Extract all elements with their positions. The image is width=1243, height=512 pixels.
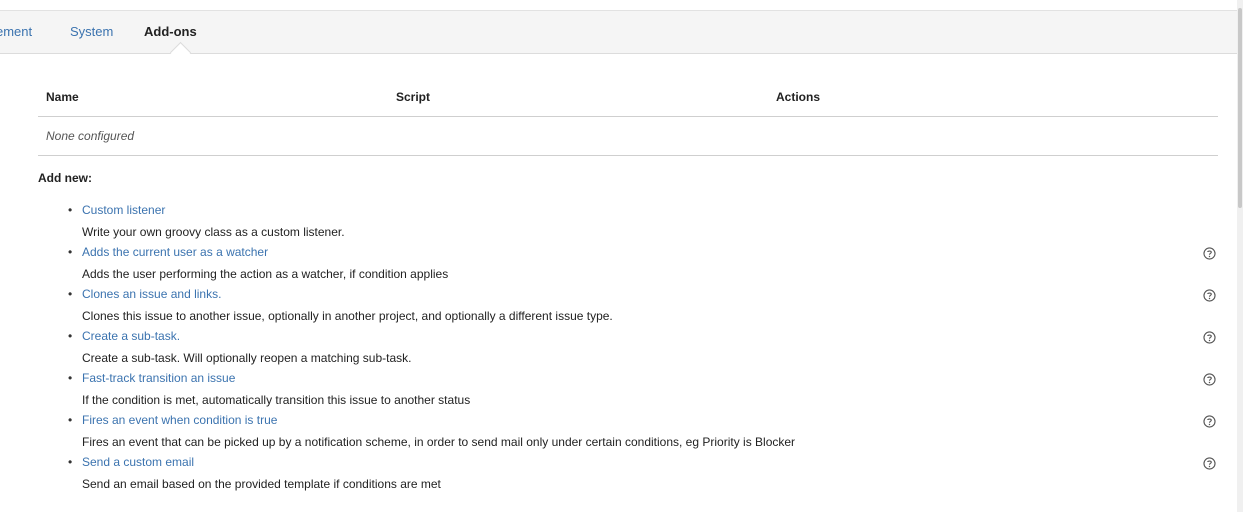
tab-management[interactable]: ement	[0, 24, 32, 40]
add-on-link[interactable]: Adds the current user as a watcher	[82, 244, 268, 261]
column-header-script: Script	[396, 90, 431, 104]
scrollbar-thumb[interactable]	[1238, 8, 1242, 208]
list-item: • Send a custom email Send an email based …	[68, 454, 1228, 496]
bullet-icon: •	[68, 245, 73, 259]
bullet-icon: •	[68, 371, 73, 385]
tab-system[interactable]: System	[70, 24, 113, 40]
question-circle-icon[interactable]	[1203, 247, 1216, 260]
add-on-link[interactable]: Fires an event when condition is true	[82, 412, 277, 429]
add-on-link[interactable]: Send a custom email	[82, 454, 194, 471]
add-on-link[interactable]: Custom listener	[82, 202, 165, 219]
add-on-description: If the condition is met, automatically t…	[82, 393, 471, 407]
list-item: • Clones an issue and links. Clones this i…	[68, 286, 1228, 328]
top-strip	[0, 0, 1243, 10]
table-row-empty: None configured	[38, 117, 1218, 156]
question-circle-icon[interactable]	[1203, 415, 1216, 428]
bullet-icon: •	[68, 329, 73, 343]
add-on-description: Send an email based on the provided temp…	[82, 477, 441, 491]
scrollbar[interactable]	[1237, 0, 1243, 512]
add-new-list: • Custom listener Write your own groovy cl…	[68, 202, 1228, 496]
add-on-description: Adds the user performing the action as a…	[82, 267, 449, 281]
question-circle-icon[interactable]	[1203, 373, 1216, 386]
column-header-name: Name	[46, 90, 79, 104]
list-item: • Create a sub-task. Create a sub-task. Wi…	[68, 328, 1228, 370]
empty-message: None configured	[46, 129, 135, 143]
question-circle-icon[interactable]	[1203, 289, 1216, 302]
list-item: • Fast-track transition an issue If the co…	[68, 370, 1228, 412]
bullet-icon: •	[68, 455, 73, 469]
bullet-icon: •	[68, 413, 73, 427]
list-item: • Fires an event when condition is true Fi…	[68, 412, 1228, 454]
column-header-actions: Actions	[776, 90, 821, 104]
list-item: • Adds the current user as a watcher Adds …	[68, 244, 1228, 286]
table-header: Name Script Actions	[38, 78, 1218, 117]
add-on-link[interactable]: Create a sub-task.	[82, 328, 180, 345]
add-on-description: Clones this issue to another issue, opti…	[82, 309, 613, 323]
add-on-description: Fires an event that can be picked up by …	[82, 435, 796, 449]
tab-add-ons[interactable]: Add-ons	[144, 24, 197, 40]
listeners-table: Name Script Actions None configured	[38, 78, 1218, 156]
add-new-title: Add new:	[38, 171, 92, 185]
add-on-description: Create a sub-task. Will optionally reope…	[82, 351, 412, 365]
add-on-description: Write your own groovy class as a custom …	[82, 225, 345, 239]
add-on-link[interactable]: Clones an issue and links.	[82, 286, 221, 303]
bullet-icon: •	[68, 203, 73, 217]
bullet-icon: •	[68, 287, 73, 301]
add-on-link[interactable]: Fast-track transition an issue	[82, 370, 235, 387]
list-item: • Custom listener Write your own groovy cl…	[68, 202, 1228, 244]
question-circle-icon[interactable]	[1203, 331, 1216, 344]
question-circle-icon[interactable]	[1203, 457, 1216, 470]
